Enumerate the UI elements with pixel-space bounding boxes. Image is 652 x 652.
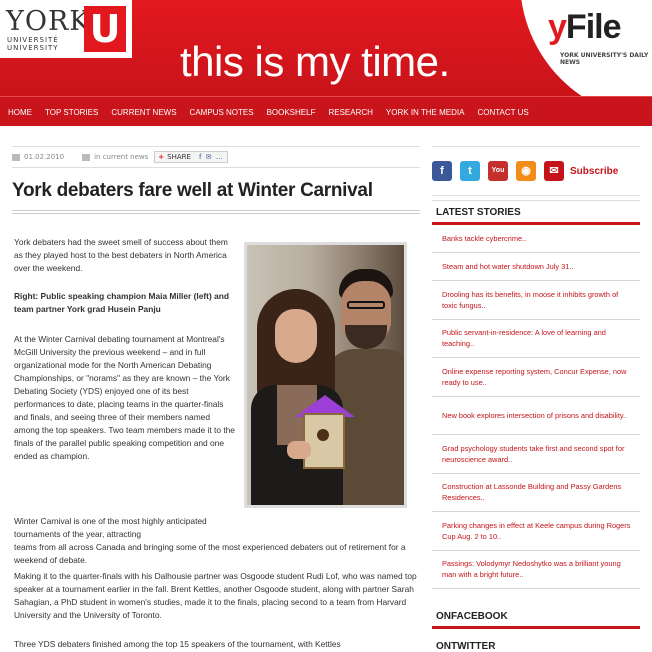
share-plus-icon: + bbox=[158, 153, 165, 161]
photo-birdhouse-hole bbox=[317, 429, 329, 441]
rss-icon[interactable]: ◉ bbox=[516, 161, 536, 181]
yfile-subtitle: YORK UNIVERSITY'S DAILY NEWS bbox=[560, 52, 649, 66]
nav-item-research[interactable]: RESEARCH bbox=[328, 108, 372, 117]
on-twitter-heading: ONTWITTER bbox=[436, 641, 496, 652]
story-link[interactable]: Grad psychology students take first and … bbox=[432, 435, 640, 474]
page: YORK UNIVERSITÉ UNIVERSITY U this is my … bbox=[0, 0, 652, 652]
story-link[interactable]: Steam and hot water shutdown July 31.. bbox=[432, 253, 640, 281]
facebook-icon[interactable]: f bbox=[432, 161, 452, 181]
nav-item-current-news[interactable]: CURRENT NEWS bbox=[111, 108, 176, 117]
yfile-logo-rest: File bbox=[565, 8, 622, 46]
york-logo-word: YORK bbox=[6, 6, 91, 37]
nav-item-top-stories[interactable]: TOP STORIES bbox=[45, 108, 98, 117]
nav-item-home[interactable]: HOME bbox=[8, 108, 32, 117]
york-logo-university: UNIVERSITÉ UNIVERSITY bbox=[7, 36, 59, 52]
nav-item-york-in-the-media[interactable]: YORK IN THE MEDIA bbox=[386, 108, 465, 117]
yfile-logo-y: y bbox=[548, 8, 567, 46]
share-service-icons: f ✉ … bbox=[198, 153, 224, 161]
photo-woman-face bbox=[275, 309, 317, 363]
photo-caption: Right: Public speaking champion Maia Mil… bbox=[14, 291, 229, 314]
nav-item-contact-us[interactable]: CONTACT US bbox=[477, 108, 528, 117]
article-paragraph-3-start: Winter Carnival is one of the most highl… bbox=[14, 516, 207, 539]
article-paragraph-2: At the Winter Carnival debating tourname… bbox=[14, 334, 235, 461]
story-link[interactable]: Passings: Volodymyr Nedoshytko was a bri… bbox=[432, 551, 640, 589]
nav-item-bookshelf[interactable]: BOOKSHELF bbox=[267, 108, 316, 117]
story-link[interactable]: Banks tackle cybercrime.. bbox=[432, 225, 640, 253]
story-link[interactable]: Construction at Lassonde Building and Pa… bbox=[432, 474, 640, 512]
article-paragraph-4: Making it to the quarter-finals with his… bbox=[14, 571, 417, 620]
share-button[interactable]: + SHARE f ✉ … bbox=[154, 151, 228, 163]
article-title: York debaters fare well at Winter Carniv… bbox=[12, 180, 373, 201]
main-nav: HOME TOP STORIES CURRENT NEWS CAMPUS NOT… bbox=[0, 96, 652, 126]
story-link[interactable]: New book explores intersection of prison… bbox=[432, 397, 640, 435]
title-divider bbox=[12, 210, 420, 214]
story-link[interactable]: Parking changes in effect at Keele campu… bbox=[432, 512, 640, 551]
article-column: 01.02.2010 in current news + SHARE f ✉ …… bbox=[12, 146, 420, 214]
twitter-icon[interactable]: t bbox=[460, 161, 480, 181]
article-paragraph-1: York debaters had the sweet smell of suc… bbox=[14, 237, 228, 273]
york-logo[interactable]: YORK UNIVERSITÉ UNIVERSITY U bbox=[0, 0, 132, 58]
on-facebook-heading: ONFACEBOOK bbox=[432, 605, 640, 629]
subscribe-icon[interactable]: ✉ bbox=[544, 161, 564, 181]
photo-birdhouse bbox=[303, 413, 345, 469]
subscribe-link[interactable]: Subscribe bbox=[570, 166, 618, 177]
latest-stories-heading: LATEST STORIES bbox=[432, 200, 640, 225]
article-paragraph-5: Three YDS debaters finished among the to… bbox=[14, 639, 341, 649]
folder-icon bbox=[82, 153, 91, 161]
article-category[interactable]: in current news bbox=[94, 153, 148, 161]
photo-man-glasses bbox=[347, 301, 385, 309]
latest-stories-list: Banks tackle cybercrime.. Steam and hot … bbox=[432, 225, 640, 589]
photo-hand bbox=[287, 441, 311, 459]
article-meta-bar: 01.02.2010 in current news + SHARE f ✉ … bbox=[12, 146, 420, 168]
youtube-icon[interactable]: You Tube bbox=[488, 161, 508, 194]
nav-item-campus-notes[interactable]: CAMPUS NOTES bbox=[190, 108, 254, 117]
article-date: 01.02.2010 bbox=[24, 153, 65, 161]
share-label: SHARE bbox=[167, 153, 191, 161]
tagline: this is my time. bbox=[180, 38, 450, 85]
story-link[interactable]: Public servant-in-residence: A love of l… bbox=[432, 320, 640, 358]
york-logo-u: U bbox=[84, 6, 126, 52]
story-link[interactable]: Drooling has its benefits, in moose it i… bbox=[432, 281, 640, 320]
article-paragraph-3-end: teams from all across Canada and bringin… bbox=[14, 542, 406, 565]
site-header: YORK UNIVERSITÉ UNIVERSITY U this is my … bbox=[0, 0, 652, 96]
yfile-logo[interactable]: yFile bbox=[548, 8, 621, 47]
social-links: f t You Tube ◉ ✉ Subscribe bbox=[432, 146, 640, 196]
calendar-icon bbox=[12, 153, 20, 161]
debaters-photo bbox=[244, 242, 407, 508]
sidebar: f t You Tube ◉ ✉ Subscribe LATEST STORIE… bbox=[432, 146, 640, 652]
story-link[interactable]: Online expense reporting system, Concur … bbox=[432, 358, 640, 397]
